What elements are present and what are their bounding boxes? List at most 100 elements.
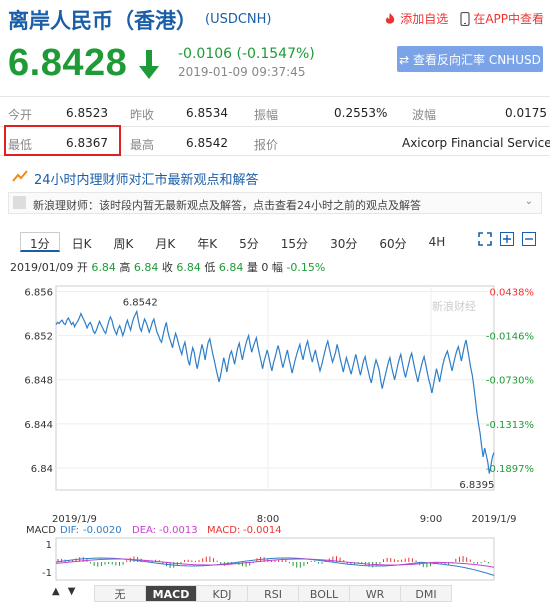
tab-4h[interactable]: 4H — [419, 232, 456, 252]
x-tick-label: 2019/1/9 — [472, 514, 517, 525]
stat-label: 最高 — [130, 138, 155, 152]
scroll-nav: ▲ ▼ — [52, 586, 75, 597]
info-low: 6.84 — [218, 261, 244, 274]
indicator-tab-none[interactable]: 无 — [94, 585, 146, 602]
macd-value: -0.0014 — [243, 525, 282, 536]
info-close: 6.84 — [176, 261, 201, 274]
y-tick-label: 6.844 — [24, 420, 53, 431]
dea-line — [55, 558, 495, 568]
stat-value: 6.8542 — [186, 136, 228, 150]
flame-icon — [386, 12, 395, 24]
stat-value: 6.8523 — [66, 106, 108, 120]
indicator-tab-macd[interactable]: MACD — [145, 585, 197, 602]
y-axis: 6.856 6.852 6.848 6.844 6.84 — [24, 288, 53, 475]
phone-icon — [460, 11, 470, 26]
open-in-app-label: 在APP中查看 — [473, 12, 544, 26]
x-axis: 2019/1/9 8:00 9:00 2019/1/9 — [52, 514, 516, 525]
macd-label: MACD — [26, 525, 56, 536]
info-open-label: 开 — [76, 261, 88, 274]
chart-tools — [478, 232, 536, 246]
tab-5min[interactable]: 5分 — [229, 232, 269, 252]
page-title: 离岸人民币（香港） — [8, 9, 197, 33]
macd-hist-label: MACD: — [207, 525, 240, 536]
tab-monthly[interactable]: 月K — [145, 232, 185, 252]
tab-1min[interactable]: 1分 — [20, 232, 60, 252]
y-tick-label: 6.848 — [24, 376, 53, 387]
info-volume-label: 量 — [246, 261, 258, 274]
plot-frame — [55, 285, 495, 491]
highlight-box — [4, 125, 121, 156]
y-tick-label: 6.852 — [24, 332, 53, 343]
stat-value: 0.2553% — [334, 106, 388, 120]
info-high: 6.84 — [133, 261, 159, 274]
pct-tick-label: -0.0730% — [486, 376, 534, 387]
expert-section: 24小时内理财师对汇市最新观点和解答 — [0, 167, 550, 188]
pct-tick-label: 0.0438% — [490, 288, 535, 299]
add-watchlist-button[interactable]: 添加自选 — [383, 10, 448, 27]
symbol-code: (USDCNH) — [205, 12, 272, 27]
zoom-in-icon[interactable] — [500, 232, 514, 246]
dea-label: DEA: — [132, 525, 156, 536]
indicator-tab-kdj[interactable]: KDJ — [196, 585, 248, 602]
current-price: 6.8428 — [8, 42, 128, 84]
expert-notice[interactable]: 新浪理财师：该时段内暂无最新观点及解答，点击查看24小时之前的观点及解答 ⌄ — [8, 192, 542, 214]
dif-label: DIF: — [60, 525, 79, 536]
stat-label: 昨收 — [130, 108, 155, 122]
info-amp: -0.15% — [286, 261, 326, 274]
indicator-tab-wr[interactable]: WR — [349, 585, 401, 602]
info-low-label: 低 — [204, 261, 216, 274]
expert-heading[interactable]: 24小时内理财师对汇市最新观点和解答 — [34, 169, 259, 188]
tab-15min[interactable]: 15分 — [271, 232, 318, 252]
max-annotation: 6.8542 — [123, 297, 158, 308]
ohlc-info: 2019/01/09 开 6.84 高 6.84 收 6.84 低 6.84 量… — [10, 259, 325, 275]
tab-weekly[interactable]: 周K — [104, 232, 144, 252]
info-high-label: 高 — [119, 261, 131, 274]
stat-label: 振幅 — [254, 108, 279, 122]
open-in-app-button[interactable]: 在APP中查看 — [460, 10, 544, 27]
tab-60min[interactable]: 60分 — [369, 232, 416, 252]
tab-daily[interactable]: 日K — [62, 232, 102, 252]
info-date: 2019/01/09 — [10, 261, 74, 274]
chevron-down-icon[interactable]: ⌄ — [525, 196, 533, 207]
down-arrow-icon — [139, 50, 159, 79]
indicator-tab-dmi[interactable]: DMI — [400, 585, 452, 602]
macd-panel: 1 -1 — [42, 537, 495, 581]
info-close-label: 收 — [161, 261, 173, 274]
indicator-tab-boll[interactable]: BOLL — [298, 585, 350, 602]
indicator-tab-rsi[interactable]: RSI — [247, 585, 299, 602]
pct-tick-label: -0.0146% — [486, 332, 534, 343]
info-amp-label: 幅 — [271, 261, 283, 274]
min-annotation: 6.8395 — [459, 480, 494, 491]
info-open: 6.84 — [91, 261, 116, 274]
zoom-out-icon[interactable] — [522, 232, 536, 246]
y-tick-label: 6.84 — [31, 464, 53, 475]
price-chart[interactable]: 6.856 6.852 6.848 6.844 6.84 0.0438% -0.0146%… — [0, 278, 550, 583]
stat-value: 0.0175 — [505, 106, 547, 120]
tab-yearly[interactable]: 年K — [187, 232, 227, 252]
y-tick-label: 6.856 — [24, 288, 53, 299]
scroll-up-icon[interactable]: ▲ — [52, 586, 60, 597]
avatar — [13, 196, 26, 209]
pct-axis: 0.0438% -0.0146% -0.0730% -0.1313% -0.1897% — [486, 288, 534, 475]
x-tick-label: 2019/1/9 — [52, 514, 97, 525]
title-bar: 离岸人民币（香港） (USDCNH) 添加自选 在APP中查看 — [0, 0, 550, 36]
price-change: -0.0106 (-0.1547%) — [178, 46, 315, 62]
x-tick-label: 9:00 — [420, 514, 442, 525]
fullscreen-icon[interactable] — [478, 232, 492, 246]
stat-value: 6.8534 — [186, 106, 228, 120]
dif-value: -0.0020 — [83, 525, 122, 536]
reverse-rate-button[interactable]: ⇄ 查看反向汇率 CNHUSD — [397, 46, 543, 72]
indicator-tabs: 无 MACD KDJ RSI BOLL WR DMI — [94, 585, 452, 602]
scroll-down-icon[interactable]: ▼ — [68, 586, 76, 597]
stat-label: 报价 — [254, 138, 279, 152]
stat-label: 今开 — [8, 108, 33, 122]
trend-icon — [12, 170, 28, 182]
tab-30min[interactable]: 30分 — [320, 232, 367, 252]
pct-tick-label: -0.1897% — [486, 464, 534, 475]
stat-value: Axicorp Financial Services — [402, 136, 550, 150]
stat-label: 波幅 — [412, 108, 437, 122]
dea-value: -0.0013 — [159, 525, 198, 536]
macd-tick-label: 1 — [46, 540, 52, 551]
chart-grid — [55, 285, 495, 491]
pct-tick-label: -0.1313% — [486, 420, 534, 431]
